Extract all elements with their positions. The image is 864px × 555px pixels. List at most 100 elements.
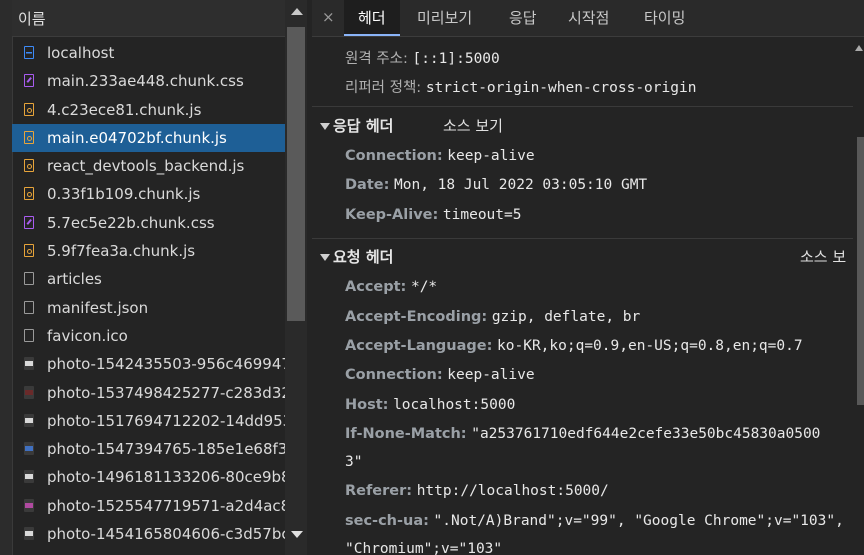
request-header-row: Accept-Encoding: gzip, deflate, br xyxy=(345,309,640,325)
request-name: 5.7ec5e22b.chunk.css xyxy=(47,213,215,232)
header-key: Accept-Encoding: xyxy=(345,309,488,325)
request-name: photo-1542435503-956c469947f6 xyxy=(47,355,285,374)
header-key: If-None-Match: xyxy=(345,426,467,442)
tab-label: 헤더 xyxy=(358,9,386,27)
request-header-row: Connection: keep-alive xyxy=(345,367,535,383)
stylesheet-icon xyxy=(24,74,34,88)
request-name: 5.9f7fea3a.chunk.js xyxy=(47,242,196,261)
request-headers-label: 요청 헤더 xyxy=(333,248,394,266)
header-key: Date: xyxy=(345,177,390,193)
tab-label: 응답 xyxy=(509,9,537,27)
script-icon xyxy=(24,102,34,116)
request-name: main.233ae448.chunk.css xyxy=(47,72,244,91)
details-scrollbar-thumb[interactable] xyxy=(857,137,864,405)
header-key: Keep-Alive: xyxy=(345,207,439,223)
scroll-up-arrow-icon[interactable] xyxy=(291,8,303,15)
request-name: photo-1454165804606-c3d57bc86b40 xyxy=(47,525,285,544)
header-value-continued: "Chromium";v="103" xyxy=(345,541,503,555)
response-headers-title[interactable]: 응답 헤더 xyxy=(320,115,393,136)
header-key: Connection: xyxy=(345,148,443,164)
request-list-item[interactable]: photo-1547394765-185e1e68f34e xyxy=(12,435,285,463)
tab-preview[interactable]: 미리보기 xyxy=(417,0,472,36)
scroll-down-arrow-icon[interactable] xyxy=(291,531,303,538)
header-value: Mon, 18 Jul 2022 03:05:10 GMT xyxy=(394,177,648,193)
script-icon xyxy=(24,130,34,144)
response-view-source-link[interactable]: 소스 보기 xyxy=(443,115,503,136)
image-thumbnail-icon xyxy=(24,385,34,399)
request-list-item[interactable]: 4.c23ece81.chunk.js xyxy=(12,96,285,124)
script-icon xyxy=(24,244,34,258)
image-thumbnail-icon xyxy=(24,498,34,512)
request-headers-title[interactable]: 요청 헤더 xyxy=(320,246,393,267)
request-list-item[interactable]: manifest.json xyxy=(12,294,285,322)
request-header-row-continued: "Chromium";v="103" xyxy=(345,541,502,555)
request-list-item[interactable]: favicon.ico xyxy=(12,322,285,350)
request-name: manifest.json xyxy=(47,298,149,317)
request-list-item[interactable]: localhost xyxy=(12,39,285,67)
general-header-row: 원격 주소: [::1]:5000 xyxy=(345,47,500,68)
tab-label: 미리보기 xyxy=(417,9,473,27)
request-name: photo-1496181133206-80ce9b88a853 xyxy=(47,468,285,487)
response-headers-label: 응답 헤더 xyxy=(333,117,394,135)
request-header-row: Host: localhost:5000 xyxy=(345,397,515,413)
image-thumbnail-icon xyxy=(24,413,34,427)
request-view-source-link[interactable]: 소스 보 xyxy=(800,246,846,267)
request-list-item[interactable]: react_devtools_backend.js xyxy=(12,152,285,180)
request-name: localhost xyxy=(47,44,115,62)
request-header-row: Accept-Language: ko-KR,ko;q=0.9,en-US;q=… xyxy=(345,338,803,354)
collapse-triangle-icon xyxy=(320,254,330,261)
response-header-row: Connection: keep-alive xyxy=(345,148,535,164)
request-list-item[interactable]: photo-1525547719571-a2d4ac8945e2 xyxy=(12,492,285,520)
request-list-item[interactable]: 0.33f1b109.chunk.js xyxy=(12,180,285,208)
request-name: favicon.ico xyxy=(47,326,128,345)
header-key: 리퍼러 정책: xyxy=(345,80,422,96)
request-header-row: If-None-Match: "a253761710edf644e2cefe33… xyxy=(345,426,820,442)
header-key: Accept-Language: xyxy=(345,338,493,354)
request-list-item[interactable]: photo-1454165804606-c3d57bc86b40 xyxy=(12,520,285,548)
tab-headers[interactable]: 헤더 xyxy=(344,0,400,36)
header-key: Host: xyxy=(345,397,389,413)
response-header-row: Date: Mon, 18 Jul 2022 03:05:10 GMT xyxy=(345,177,647,193)
file-icon xyxy=(24,300,34,314)
details-scroll-up-arrow-icon[interactable] xyxy=(855,45,863,51)
image-thumbnail-icon xyxy=(24,357,34,371)
request-details-panel: × 헤더 미리보기 응답 시작점 타이밍 원격 주소: [::1]:5000 리… xyxy=(312,0,864,555)
request-list-item[interactable]: 5.7ec5e22b.chunk.css xyxy=(12,209,285,237)
response-header-row: Keep-Alive: timeout=5 xyxy=(345,207,521,223)
header-value-continued: 3" xyxy=(345,454,363,470)
header-key: sec-ch-ua: xyxy=(345,513,429,529)
close-icon[interactable]: × xyxy=(322,8,335,26)
request-header-row: sec-ch-ua: ".Not/A)Brand";v="99", "Googl… xyxy=(345,513,844,529)
document-icon xyxy=(24,46,34,59)
request-list-item[interactable]: main.233ae448.chunk.css xyxy=(12,67,285,95)
request-list-item[interactable]: photo-1496181133206-80ce9b88a853 xyxy=(12,463,285,491)
request-header-row-continued: 3" xyxy=(345,454,362,470)
request-name: react_devtools_backend.js xyxy=(47,157,245,176)
header-value: keep-alive xyxy=(447,148,535,164)
request-list-item[interactable]: 5.9f7fea3a.chunk.js xyxy=(12,237,285,265)
collapse-triangle-icon xyxy=(320,123,330,130)
section-divider xyxy=(312,106,853,107)
request-name: 0.33f1b109.chunk.js xyxy=(47,185,201,204)
tab-timing[interactable]: 타이밍 xyxy=(644,0,685,36)
request-list-item[interactable]: photo-1542435503-956c469947f6 xyxy=(12,350,285,378)
tab-label: 시작점 xyxy=(568,9,610,27)
tab-initiator[interactable]: 시작점 xyxy=(568,0,609,36)
stylesheet-icon xyxy=(24,215,34,229)
request-list-item[interactable]: photo-1517694712202-14dd9538aa97 xyxy=(12,407,285,435)
request-list-scrollbar-thumb[interactable] xyxy=(287,27,305,321)
header-value: ko-KR,ko;q=0.9,en-US;q=0.8,en;q=0.7 xyxy=(497,338,803,354)
request-header-row: Accept: */* xyxy=(345,279,437,295)
header-value: ".Not/A)Brand";v="99", "Google Chrome";v… xyxy=(433,513,844,529)
name-column-header[interactable]: 이름 xyxy=(12,0,285,37)
header-value: keep-alive xyxy=(447,367,535,383)
header-value: timeout=5 xyxy=(442,207,522,223)
request-header-row: Referer: http://localhost:5000/ xyxy=(345,483,609,499)
request-list-item[interactable]: articles xyxy=(12,265,285,293)
request-list-item[interactable]: main.e04702bf.chunk.js xyxy=(12,123,285,153)
tab-response[interactable]: 응답 xyxy=(509,0,537,36)
request-list-item[interactable]: photo-1537498425277-c283d32ef9db xyxy=(12,379,285,407)
image-thumbnail-icon xyxy=(24,470,34,484)
header-value: "a253761710edf644e2cefe33e50bc45830a0500 xyxy=(471,426,821,442)
headers-content: 원격 주소: [::1]:5000 리퍼러 정책: strict-origin-… xyxy=(312,37,853,555)
